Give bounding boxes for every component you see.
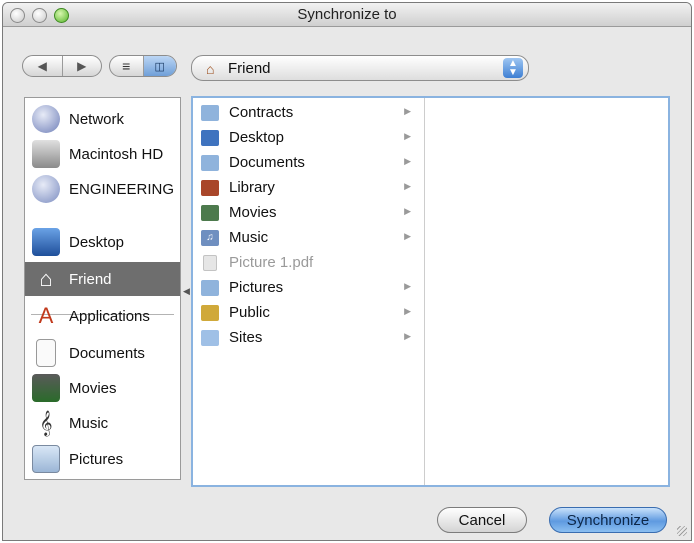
list-item-pictures[interactable]: Pictures ▶ xyxy=(201,275,413,300)
applications-icon: A xyxy=(38,303,54,328)
pdf-file-icon xyxy=(203,254,217,271)
sidebar-item-pictures[interactable]: Pictures xyxy=(25,442,180,476)
desktop-icon xyxy=(32,228,60,256)
back-button[interactable]: ◀ xyxy=(23,56,62,76)
title-bar[interactable]: Synchronize to xyxy=(3,3,691,27)
sidebar-item-label: Movies xyxy=(69,379,117,397)
list-item-label: Pictures xyxy=(229,279,284,296)
disclosure-arrow-icon: ▶ xyxy=(404,206,411,216)
list-item-desktop[interactable]: Desktop ▶ xyxy=(201,125,413,150)
chevron-updown-icon: ▲ ▼ xyxy=(503,58,523,78)
list-item-picture-pdf: Picture 1.pdf xyxy=(201,250,413,275)
list-item-public[interactable]: Public ▶ xyxy=(201,300,413,325)
list-item-label: Documents xyxy=(229,154,305,171)
sidebar-item-documents[interactable]: Documents xyxy=(25,336,180,370)
view-switcher: ≡ ◫ xyxy=(109,55,177,77)
home-icon: ⌂ xyxy=(206,61,215,77)
list-item-label: Desktop xyxy=(229,129,285,146)
sidebar-item-label: Documents xyxy=(69,344,145,362)
sidebar-item-label: Network xyxy=(69,110,125,128)
music-folder-icon: ♫ xyxy=(201,229,219,246)
list-view-icon: ≡ xyxy=(122,58,131,74)
pictures-folder-icon xyxy=(201,279,219,296)
list-item-label: Contracts xyxy=(229,104,294,121)
list-item-label: Public xyxy=(229,304,270,321)
sidebar-item-engineering[interactable]: ENGINEERING xyxy=(25,172,180,206)
movies-icon xyxy=(32,374,60,402)
sidebar-item-label: Music xyxy=(69,414,109,432)
list-item-label: Picture 1.pdf xyxy=(229,254,314,271)
column-view-icon: ◫ xyxy=(154,60,165,73)
list-item-label: Movies xyxy=(229,204,277,221)
sidebar-item-label: Applications xyxy=(69,307,150,325)
list-item-library[interactable]: Library ▶ xyxy=(201,175,413,200)
disclosure-arrow-icon: ▶ xyxy=(404,306,411,316)
list-item-sites[interactable]: Sites ▶ xyxy=(201,325,413,350)
sites-folder-icon xyxy=(201,329,219,346)
sidebar-item-network[interactable]: Network xyxy=(25,102,180,136)
sidebar-item-label: Friend xyxy=(69,270,112,288)
sidebar-split-handle[interactable]: ◀ xyxy=(183,286,190,297)
sidebar[interactable]: Network Macintosh HD ENGINEERING Desktop… xyxy=(24,97,181,480)
network-globe-icon xyxy=(32,105,60,133)
browser-column-2[interactable] xyxy=(426,98,668,485)
sidebar-item-label: Pictures xyxy=(69,450,124,468)
disclosure-arrow-icon: ▶ xyxy=(404,231,411,241)
disclosure-arrow-icon: ▶ xyxy=(404,331,411,341)
column-view-button[interactable]: ◫ xyxy=(142,56,176,76)
sidebar-item-music[interactable]: 𝄞 Music xyxy=(25,406,180,440)
list-item-movies[interactable]: Movies ▶ xyxy=(201,200,413,225)
hard-drive-icon xyxy=(32,140,60,168)
disclosure-arrow-icon: ▶ xyxy=(404,281,411,291)
synchronize-dialog: Synchronize to ◀ ▶ ≡ ◫ ⌂ Friend ▲ ▼ Netwo… xyxy=(2,2,692,541)
list-item-label: Music xyxy=(229,229,269,246)
list-item-documents[interactable]: Documents ▶ xyxy=(201,150,413,175)
history-navigation: ◀ ▶ xyxy=(22,55,102,77)
music-icon: 𝄞 xyxy=(39,410,53,435)
disclosure-arrow-icon: ▶ xyxy=(404,181,411,191)
sidebar-item-friend[interactable]: ⌂ Friend xyxy=(25,262,180,296)
sidebar-item-label: ENGINEERING xyxy=(69,180,175,198)
home-icon: ⌂ xyxy=(39,266,53,291)
browser-column-1[interactable]: Contracts ▶ Desktop ▶ Documents ▶ Librar… xyxy=(193,98,425,485)
sidebar-item-applications[interactable]: A Applications xyxy=(25,299,180,333)
library-folder-icon xyxy=(201,179,219,196)
disclosure-arrow-icon: ▶ xyxy=(404,131,411,141)
public-folder-icon xyxy=(201,304,219,321)
disclosure-arrow-icon: ▶ xyxy=(404,156,411,166)
list-item-music[interactable]: ♫ Music ▶ xyxy=(201,225,413,250)
documents-icon xyxy=(36,339,56,367)
forward-arrow-icon: ▶ xyxy=(77,59,87,73)
back-arrow-icon: ◀ xyxy=(37,59,47,73)
resize-grip-icon[interactable] xyxy=(677,526,687,536)
window-title: Synchronize to xyxy=(297,6,397,23)
location-popup[interactable]: ⌂ Friend ▲ ▼ xyxy=(191,55,529,81)
disclosure-arrow-icon: ▶ xyxy=(404,106,411,116)
pictures-icon xyxy=(32,445,60,473)
folder-icon xyxy=(201,104,219,121)
list-item-label: Library xyxy=(229,179,275,196)
list-view-button[interactable]: ≡ xyxy=(110,56,143,76)
sidebar-item-movies[interactable]: Movies xyxy=(25,371,180,405)
list-item-label: Sites xyxy=(229,329,263,346)
documents-folder-icon xyxy=(201,154,219,171)
column-browser[interactable]: Contracts ▶ Desktop ▶ Documents ▶ Librar… xyxy=(191,96,670,487)
network-volume-icon xyxy=(32,175,60,203)
sidebar-item-label: Macintosh HD xyxy=(69,145,164,163)
list-item-contracts[interactable]: Contracts ▶ xyxy=(201,100,413,125)
synchronize-button[interactable]: Synchronize xyxy=(549,507,667,533)
location-label: Friend xyxy=(228,60,271,77)
sidebar-item-macintosh-hd[interactable]: Macintosh HD xyxy=(25,137,180,171)
sidebar-item-label: Desktop xyxy=(69,233,125,251)
forward-button[interactable]: ▶ xyxy=(61,56,102,76)
desktop-folder-icon xyxy=(201,129,219,146)
sidebar-item-desktop[interactable]: Desktop xyxy=(25,225,180,259)
cancel-button[interactable]: Cancel xyxy=(437,507,527,533)
movies-folder-icon xyxy=(201,204,219,221)
